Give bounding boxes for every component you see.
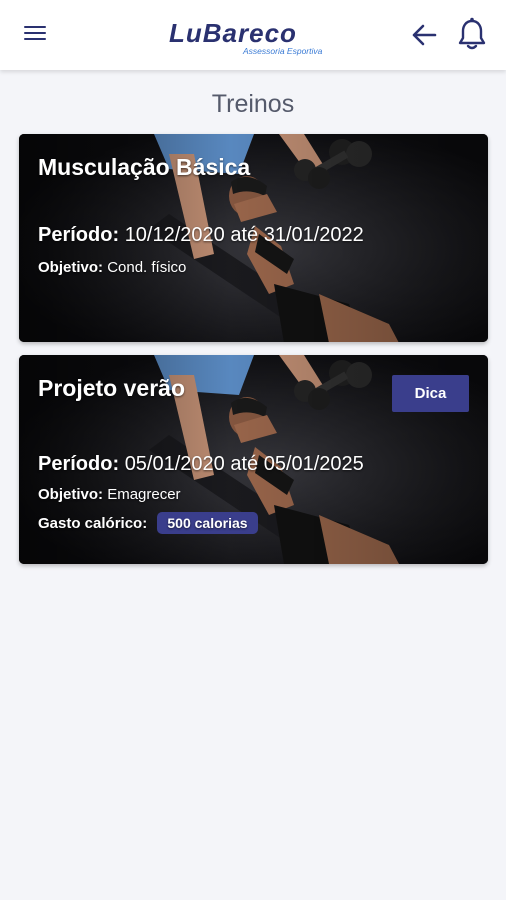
page-title: Treinos	[211, 90, 295, 118]
workout-card[interactable]: Projeto verão Dica Período: 05/01/2020 a…	[19, 355, 488, 564]
workout-title: Projeto verão	[38, 375, 185, 401]
workout-goal: Objetivo: Emagrecer	[38, 486, 181, 503]
goal-value: Cond. físico	[107, 259, 187, 276]
workout-card-content: Projeto verão Dica Período: 05/01/2020 a…	[19, 355, 488, 564]
period-label: Período:	[38, 224, 120, 246]
workout-period: Período: 10/12/2020 até 31/01/2022	[38, 224, 364, 247]
logo-main-text: LuBareco	[169, 18, 297, 48]
tip-button[interactable]: Dica	[392, 375, 469, 412]
workout-goal: Objetivo: Cond. físico	[38, 259, 186, 276]
workout-period: Período: 05/01/2020 até 05/01/2025	[38, 453, 364, 476]
workout-title: Musculação Básica	[38, 154, 251, 180]
period-label: Período:	[38, 453, 120, 475]
logo-tagline: Assessoria Esportiva	[242, 46, 323, 56]
workout-card-content: Musculação Básica Período: 10/12/2020 at…	[19, 134, 488, 342]
goal-value: Emagrecer	[107, 486, 181, 503]
calorie-badge: 500 calorias	[157, 512, 258, 534]
goal-label: Objetivo:	[38, 486, 104, 503]
notifications-button[interactable]	[456, 16, 488, 52]
brand-logo: LuBareco Assessoria Esportiva	[169, 18, 323, 56]
period-value: 10/12/2020 até 31/01/2022	[124, 224, 364, 246]
calorie-label: Gasto calórico:	[38, 515, 148, 532]
period-value: 05/01/2020 até 05/01/2025	[124, 453, 364, 475]
top-app-bar: LuBareco Assessoria Esportiva	[0, 0, 506, 70]
arrow-left-icon	[412, 24, 437, 46]
workout-card[interactable]: Musculação Básica Período: 10/12/2020 at…	[19, 134, 488, 342]
goal-label: Objetivo:	[38, 259, 104, 276]
back-button[interactable]	[408, 20, 440, 50]
workout-calories: Gasto calórico: 500 calorias	[38, 512, 258, 534]
hamburger-menu-icon[interactable]	[20, 22, 50, 48]
bell-icon	[458, 17, 486, 50]
